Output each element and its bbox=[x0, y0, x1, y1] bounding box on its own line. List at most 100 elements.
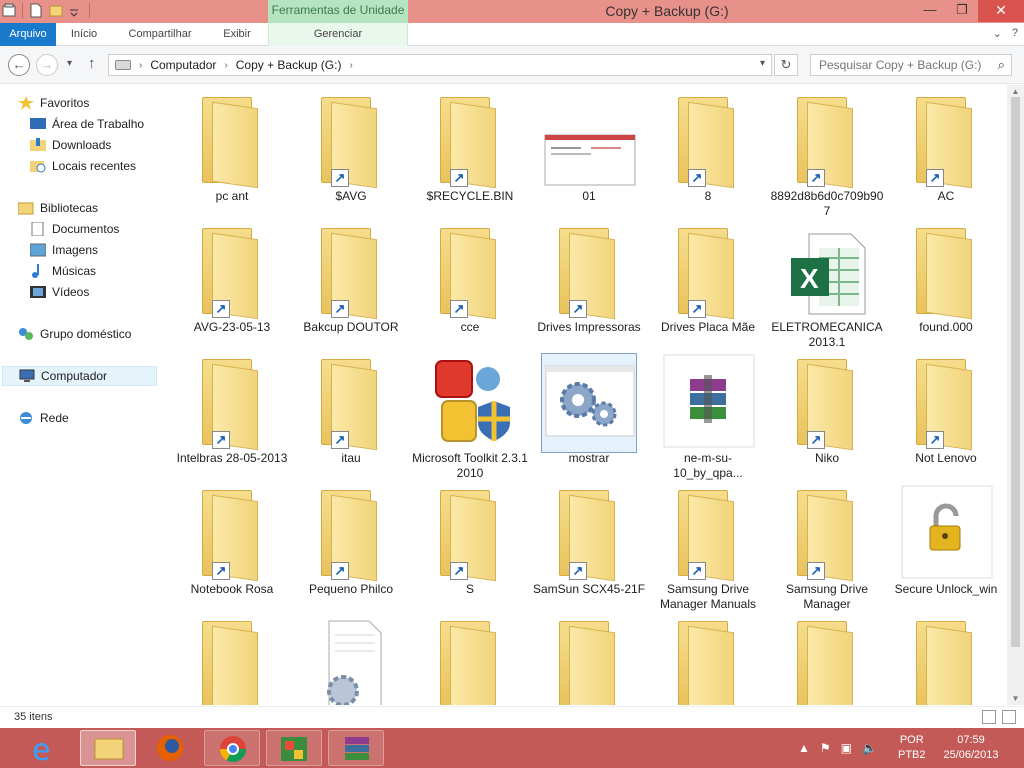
maximize-button[interactable]: ❐ bbox=[946, 0, 978, 22]
breadcrumb-item[interactable]: Computador bbox=[150, 58, 216, 72]
large-icons-view-icon[interactable] bbox=[1002, 710, 1016, 724]
folder-icon: ↗ bbox=[202, 490, 260, 582]
minimize-button[interactable]: — bbox=[914, 0, 946, 22]
nav-desktop[interactable]: Área de Trabalho bbox=[30, 114, 144, 134]
nav-pictures[interactable]: Imagens bbox=[29, 240, 98, 260]
scrollbar-thumb[interactable] bbox=[1011, 97, 1020, 647]
nav-network[interactable]: Rede bbox=[18, 408, 69, 428]
file-item[interactable]: ↗ itau bbox=[293, 349, 405, 477]
nav-favorites[interactable]: Favoritos bbox=[18, 93, 89, 113]
nav-homegroup[interactable]: Grupo doméstico bbox=[18, 324, 131, 344]
file-item[interactable]: pc ant bbox=[174, 87, 286, 215]
network-icon bbox=[18, 411, 34, 425]
nav-label: Documentos bbox=[52, 222, 120, 236]
file-item[interactable]: X ELETROMECANICA 2013.1 bbox=[769, 218, 883, 349]
chevron-right-icon[interactable]: › bbox=[139, 60, 142, 71]
file-item[interactable]: ↗ $AVG bbox=[293, 87, 405, 215]
address-bar[interactable]: › Computador › Copy + Backup (G:) › ▾ bbox=[108, 54, 772, 76]
file-item[interactable]: ↗ Intelbras 28-05-2013 bbox=[174, 349, 287, 477]
tab-manage[interactable]: Gerenciar bbox=[268, 23, 408, 46]
file-item[interactable]: ↗ $RECYCLE.BIN bbox=[412, 87, 524, 215]
nav-videos[interactable]: Vídeos bbox=[30, 282, 89, 302]
vertical-scrollbar[interactable]: ▲ ▼ bbox=[1007, 85, 1024, 705]
forward-button[interactable]: → bbox=[36, 54, 58, 76]
action-center-flag-icon[interactable]: ⚑ bbox=[820, 741, 831, 755]
firefox-icon[interactable] bbox=[142, 730, 198, 766]
file-item[interactable] bbox=[174, 611, 286, 705]
file-item[interactable] bbox=[769, 611, 881, 705]
nav-downloads[interactable]: Downloads bbox=[30, 135, 111, 155]
avg-icon[interactable] bbox=[266, 730, 322, 766]
file-name: Samsung Drive Manager bbox=[785, 582, 869, 611]
chrome-icon[interactable] bbox=[204, 730, 260, 766]
keyboard-layout: PTB2 bbox=[898, 749, 926, 761]
tab-share[interactable]: Compartilhar bbox=[118, 23, 202, 46]
file-item[interactable]: ↗ 8 bbox=[650, 87, 762, 215]
back-button[interactable]: ← bbox=[8, 54, 30, 76]
chevron-right-icon[interactable]: › bbox=[349, 60, 352, 71]
file-item[interactable]: ↗ Notebook Rosa bbox=[174, 480, 286, 608]
network-status-icon[interactable]: ▣ bbox=[841, 741, 852, 755]
file-item[interactable]: ↗ Bakcup DOUTOR bbox=[293, 218, 405, 346]
homegroup-icon bbox=[18, 327, 34, 341]
file-explorer-icon[interactable] bbox=[80, 730, 136, 766]
file-item[interactable]: ↗ Pequeno Philco bbox=[293, 480, 405, 608]
tab-file[interactable]: Arquivo bbox=[0, 23, 56, 46]
file-item[interactable]: 01 bbox=[531, 87, 643, 215]
file-item[interactable]: ↗ Niko bbox=[769, 349, 881, 477]
file-item[interactable]: ↗ Samsung Drive Manager Manuals bbox=[650, 480, 762, 611]
breadcrumb-item[interactable]: Copy + Backup (G:) bbox=[236, 58, 342, 72]
shortcut-arrow-icon: ↗ bbox=[807, 169, 825, 187]
input-language[interactable]: POR PTB2 bbox=[898, 733, 926, 763]
show-hidden-icons-icon[interactable]: ▲ bbox=[798, 741, 810, 755]
nav-label: Locais recentes bbox=[52, 159, 137, 173]
refresh-button[interactable]: ↻ bbox=[774, 54, 798, 76]
file-item[interactable] bbox=[888, 611, 1000, 705]
file-item[interactable]: ↗ AVG-23-05-13 bbox=[174, 218, 286, 346]
shortcut-arrow-icon: ↗ bbox=[807, 431, 825, 449]
file-item[interactable]: found.000 bbox=[888, 218, 1000, 346]
file-item[interactable] bbox=[293, 611, 405, 705]
scroll-down-icon[interactable]: ▼ bbox=[1007, 694, 1024, 703]
file-item[interactable] bbox=[650, 611, 762, 705]
file-item[interactable]: ↗ Drives Placa Mãe bbox=[650, 218, 762, 346]
file-item[interactable]: ↗ Drives Impressoras bbox=[531, 218, 643, 346]
file-item[interactable]: ↗ S bbox=[412, 480, 524, 608]
winrar-icon[interactable] bbox=[328, 730, 384, 766]
file-item[interactable]: ↗ Not Lenovo bbox=[888, 349, 1000, 477]
file-item[interactable] bbox=[531, 611, 643, 705]
nav-computer[interactable]: Computador bbox=[2, 366, 157, 386]
file-item[interactable]: Microsoft Toolkit 2.3.1 2010 bbox=[412, 349, 528, 480]
up-icon[interactable]: ↑ bbox=[88, 55, 96, 72]
nav-recent[interactable]: Locais recentes bbox=[30, 156, 136, 176]
tab-view[interactable]: Exibir bbox=[212, 23, 262, 46]
file-item[interactable]: ne-m-su-10_by_qpa... bbox=[650, 349, 762, 480]
file-icon: ↗ bbox=[660, 222, 756, 322]
tab-home[interactable]: Início bbox=[60, 23, 108, 46]
nav-documents[interactable]: Documentos bbox=[30, 219, 119, 239]
scroll-up-icon[interactable]: ▲ bbox=[1007, 87, 1024, 96]
search-input[interactable] bbox=[811, 55, 981, 75]
file-item[interactable]: ↗ Samsung Drive Manager bbox=[769, 480, 881, 611]
file-item[interactable]: ↗ cce bbox=[412, 218, 524, 346]
internet-explorer-icon[interactable]: e bbox=[18, 730, 74, 768]
search-icon[interactable]: ⌕ bbox=[998, 57, 1005, 73]
nav-libraries[interactable]: Bibliotecas bbox=[17, 198, 98, 218]
file-item[interactable] bbox=[412, 611, 524, 705]
file-item[interactable]: ↗ 8892d8b6d0c709b907 bbox=[769, 87, 883, 218]
file-item[interactable]: ↗ SamSun SCX45-21F bbox=[531, 480, 645, 608]
nav-music[interactable]: Músicas bbox=[30, 261, 96, 281]
volume-icon[interactable]: 🔈 bbox=[862, 741, 877, 755]
file-item[interactable]: ↗ AC bbox=[888, 87, 1000, 215]
details-view-icon[interactable] bbox=[982, 710, 996, 724]
file-icon: ↗ bbox=[541, 484, 637, 584]
recent-locations-icon[interactable]: ▾ bbox=[67, 58, 72, 69]
help-icon[interactable]: ? bbox=[1012, 27, 1018, 40]
clock[interactable]: 07:59 25/06/2013 bbox=[936, 733, 1006, 763]
file-item[interactable]: Secure Unlock_win bbox=[888, 480, 1000, 608]
chevron-down-icon[interactable]: ▾ bbox=[760, 58, 765, 69]
file-item[interactable]: mostrar bbox=[531, 349, 643, 477]
close-button[interactable]: ✕ bbox=[978, 0, 1024, 22]
chevron-right-icon[interactable]: › bbox=[224, 60, 227, 71]
expand-ribbon-icon[interactable]: ⌄ bbox=[993, 27, 1002, 40]
